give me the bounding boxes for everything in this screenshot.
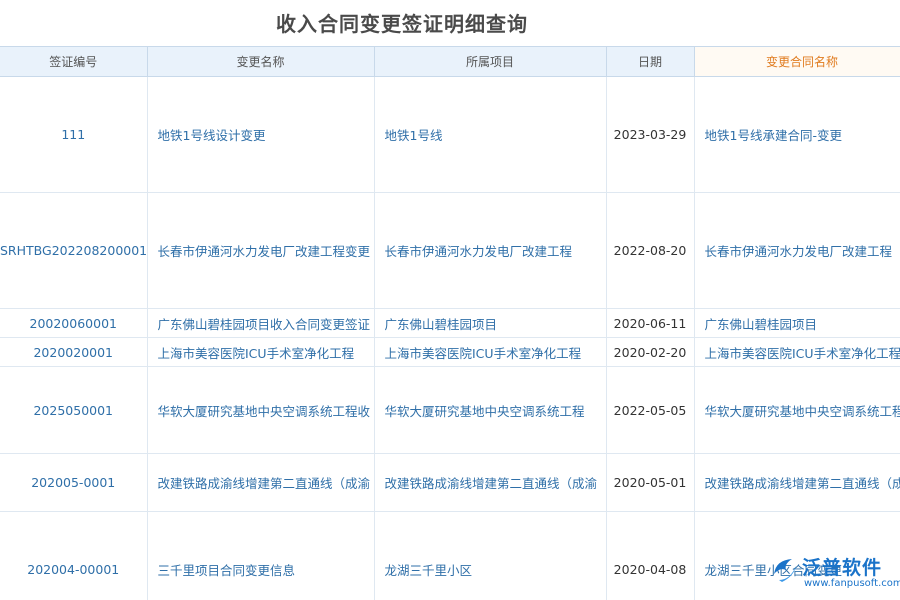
cell-visa-number[interactable]: 111 xyxy=(0,77,147,193)
cell-visa-number[interactable]: 202004-00001 xyxy=(0,512,147,600)
fanpu-logo-icon xyxy=(770,554,800,584)
column-header-project[interactable]: 所属项目 xyxy=(374,47,606,77)
cell-change-name[interactable]: 华软大厦研究基地中央空调系统工程收 xyxy=(147,367,374,454)
table-row[interactable]: SRHTBG202208200001 长春市伊通河水力发电厂改建工程变更 长春市… xyxy=(0,193,900,309)
column-header-date[interactable]: 日期 xyxy=(606,47,694,77)
cell-visa-number[interactable]: SRHTBG202208200001 xyxy=(0,193,147,309)
cell-project[interactable]: 改建铁路成渝线增建第二直通线（成渝 xyxy=(374,454,606,512)
page: 收入合同变更签证明细查询 签证编号 变更名称 所属项目 日期 变更合同名称 xyxy=(0,0,900,600)
cell-project[interactable]: 长春市伊通河水力发电厂改建工程 xyxy=(374,193,606,309)
table-row[interactable]: 202005-0001 改建铁路成渝线增建第二直通线（成渝 改建铁路成渝线增建第… xyxy=(0,454,900,512)
table-row[interactable]: 20020060001 广东佛山碧桂园项目收入合同变更签证 广东佛山碧桂园项目 … xyxy=(0,309,900,338)
cell-change-name[interactable]: 三千里项目合同变更信息 xyxy=(147,512,374,600)
cell-contract-name[interactable]: 华软大厦研究基地中央空调系统工程 xyxy=(694,367,900,454)
cell-visa-number[interactable]: 20020060001 xyxy=(0,309,147,338)
column-header-change-name[interactable]: 变更名称 xyxy=(147,47,374,77)
table-row[interactable]: 2025050001 华软大厦研究基地中央空调系统工程收 华软大厦研究基地中央空… xyxy=(0,367,900,454)
table-row[interactable]: 2020020001 上海市美容医院ICU手术室净化工程 上海市美容医院ICU手… xyxy=(0,338,900,367)
cell-project[interactable]: 地铁1号线 xyxy=(374,77,606,193)
cell-date: 2020-04-08 xyxy=(606,512,694,600)
cell-date: 2020-02-20 xyxy=(606,338,694,367)
cell-change-name[interactable]: 长春市伊通河水力发电厂改建工程变更 xyxy=(147,193,374,309)
cell-change-name[interactable]: 广东佛山碧桂园项目收入合同变更签证 xyxy=(147,309,374,338)
cell-project[interactable]: 华软大厦研究基地中央空调系统工程 xyxy=(374,367,606,454)
page-title: 收入合同变更签证明细查询 xyxy=(276,8,528,37)
cell-date: 2022-08-20 xyxy=(606,193,694,309)
cell-contract-name[interactable]: 长春市伊通河水力发电厂改建工程 xyxy=(694,193,900,309)
cell-visa-number[interactable]: 2020020001 xyxy=(0,338,147,367)
table-row[interactable]: 111 地铁1号线设计变更 地铁1号线 2023-03-29 地铁1号线承建合同… xyxy=(0,77,900,193)
cell-visa-number[interactable]: 2025050001 xyxy=(0,367,147,454)
brand-url: www.fanpusoft.com xyxy=(804,578,900,589)
cell-change-name[interactable]: 改建铁路成渝线增建第二直通线（成渝 xyxy=(147,454,374,512)
cell-change-name[interactable]: 上海市美容医院ICU手术室净化工程 xyxy=(147,338,374,367)
cell-date: 2020-06-11 xyxy=(606,309,694,338)
cell-contract-name[interactable]: 上海市美容医院ICU手术室净化工程 xyxy=(694,338,900,367)
cell-contract-name[interactable]: 广东佛山碧桂园项目 xyxy=(694,309,900,338)
cell-visa-number[interactable]: 202005-0001 xyxy=(0,454,147,512)
cell-project[interactable]: 上海市美容医院ICU手术室净化工程 xyxy=(374,338,606,367)
title-bar: 收入合同变更签证明细查询 xyxy=(0,0,900,46)
cell-change-name[interactable]: 地铁1号线设计变更 xyxy=(147,77,374,193)
records-table: 签证编号 变更名称 所属项目 日期 变更合同名称 111 地铁1号线设计变更 地… xyxy=(0,46,900,600)
cell-contract-name[interactable]: 改建铁路成渝线增建第二直通线（成 xyxy=(694,454,900,512)
column-header-visa-number[interactable]: 签证编号 xyxy=(0,47,147,77)
cell-date: 2020-05-01 xyxy=(606,454,694,512)
column-header-contract-name[interactable]: 变更合同名称 xyxy=(694,47,900,77)
data-grid: 签证编号 变更名称 所属项目 日期 变更合同名称 111 地铁1号线设计变更 地… xyxy=(0,46,900,600)
cell-date: 2023-03-29 xyxy=(606,77,694,193)
brand-name: 泛普软件 xyxy=(802,553,882,580)
brand-watermark: 泛普软件 www.fanpusoft.com xyxy=(764,550,900,600)
cell-project[interactable]: 龙湖三千里小区 xyxy=(374,512,606,600)
cell-date: 2022-05-05 xyxy=(606,367,694,454)
table-header-row: 签证编号 变更名称 所属项目 日期 变更合同名称 xyxy=(0,47,900,77)
cell-project[interactable]: 广东佛山碧桂园项目 xyxy=(374,309,606,338)
cell-contract-name[interactable]: 地铁1号线承建合同-变更 xyxy=(694,77,900,193)
